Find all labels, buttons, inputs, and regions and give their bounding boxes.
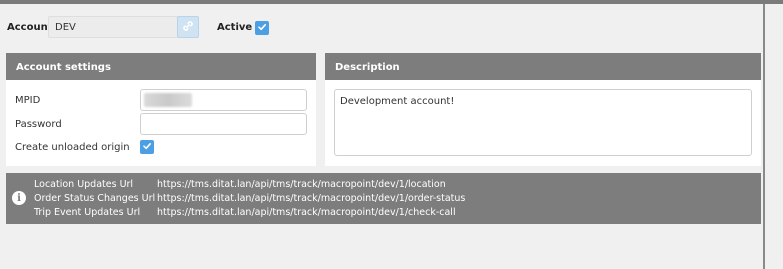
link-icon [182, 20, 194, 35]
checkmark-icon [257, 22, 267, 35]
description-header: Description [325, 53, 761, 80]
location-updates-label: Location Updates Url [34, 179, 134, 190]
trip-event-updates-label: Trip Event Updates Url [34, 207, 141, 218]
account-link-button[interactable] [177, 16, 199, 38]
info-icon: i [12, 191, 26, 205]
order-status-changes-url: https://tms.ditat.lan/api/tms/track/macr… [157, 193, 466, 204]
create-unloaded-origin-checkbox[interactable] [140, 140, 154, 154]
active-label: Active [217, 22, 253, 33]
create-unloaded-origin-label: Create unloaded origin [15, 142, 130, 153]
account-settings-header: Account settings [6, 53, 316, 80]
top-border [0, 0, 783, 4]
description-textarea[interactable]: Development account! [334, 89, 752, 156]
mpid-label: MPID [15, 95, 41, 106]
scroll-edge [763, 4, 765, 269]
trip-event-updates-url: https://tms.ditat.lan/api/tms/track/macr… [157, 207, 456, 218]
location-updates-url: https://tms.ditat.lan/api/tms/track/macr… [157, 179, 446, 190]
mpid-redacted-value [144, 93, 192, 107]
checkmark-icon [142, 141, 152, 154]
password-label: Password [15, 119, 62, 130]
webhook-info-bar: i Location Updates Url https://tms.ditat… [6, 173, 761, 224]
account-value: DEV [55, 22, 76, 33]
order-status-changes-label: Order Status Changes Url [34, 193, 156, 204]
description-text: Development account! [340, 96, 455, 107]
account-label: Account [7, 22, 53, 33]
active-checkbox[interactable] [255, 21, 269, 35]
account-field[interactable]: DEV [48, 16, 178, 38]
password-input[interactable] [140, 113, 307, 135]
